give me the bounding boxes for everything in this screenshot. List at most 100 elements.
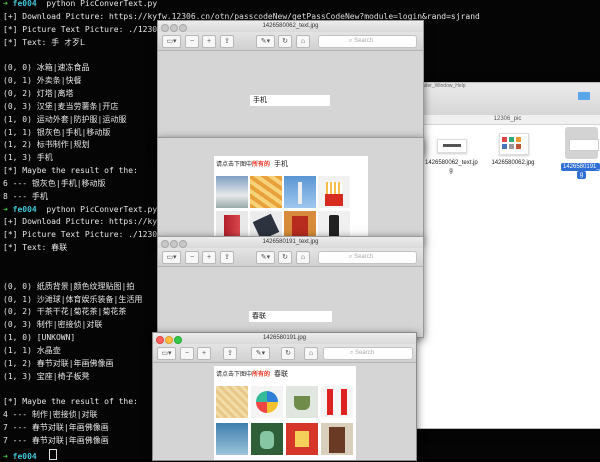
zoom-out-icon[interactable]: − [180,347,194,360]
prompt-directory: fe004 [12,451,37,461]
file-thumbnail [437,139,467,153]
text-captcha-image: 春联 [249,311,332,322]
terminal-output-line: (0, 0) 冰箱|速冻食品 [3,63,90,73]
zoom-button[interactable] [179,24,187,32]
captcha-tile-couplet[interactable] [321,386,353,418]
finder-window[interactable]: lander_Window_Help 12306_pic 1426580062_… [414,82,600,429]
file-item[interactable]: 1426580062_text.jp g [425,129,478,189]
zoom-button[interactable] [179,240,187,248]
search-field[interactable]: ⌕ Search [318,35,417,48]
file-name-wrap: g [577,171,586,179]
minimize-button[interactable] [165,336,173,344]
file-item[interactable]: 1426580062.jpg [483,129,543,189]
window-titlebar[interactable]: 1426580191.jpg [153,333,416,344]
zoom-out-icon[interactable]: − [185,35,199,48]
terminal-prompt-line: ➜ fe004 python PicConverText.py [3,205,157,216]
captcha-tile-unknown[interactable] [216,423,248,455]
file-name: 1426580062_text.jp [425,160,478,166]
prompt-arrow-icon: ➜ [3,204,13,214]
sidebar-view-icon[interactable]: ▭▾ [162,35,181,48]
terminal-output-line: [*] Text: 春联 [3,243,68,253]
image-canvas: 请点击下图中所有的 手机 [158,138,423,241]
preview-toolbar: ▭▾ − + ⇪ ✎▾ ↻ ⌂ ⌕ Search [153,344,416,363]
toolbox-icon[interactable]: ⌂ [296,35,310,48]
window-titlebar[interactable]: 1426580191_text.jpg [158,237,423,248]
minimize-button[interactable] [170,24,178,32]
zoom-in-icon[interactable]: + [202,251,216,264]
terminal-output-line: (0, 1) 沙滩球|体育娱乐装备|生活用 [3,294,143,304]
captcha-tile-crystal-pot[interactable] [251,423,283,455]
toolbox-icon[interactable]: ⌂ [304,347,318,360]
terminal-output-line: 8 --- 手机 [3,191,48,201]
image-canvas: 春联 [158,267,423,337]
window-titlebar[interactable]: 1426580062_text.jpg [158,21,423,32]
close-button[interactable] [156,336,164,344]
preview-window-captcha-active[interactable]: 1426580191.jpg ▭▾ − + ⇪ ✎▾ ↻ ⌂ ⌕ Search … [152,332,417,461]
close-button[interactable] [161,240,169,248]
terminal-output-line: (1, 3) 手机 [3,153,53,163]
toolbox-icon[interactable]: ⌂ [296,251,310,264]
captcha-image: 请点击下图中所有的 手机 [214,156,368,241]
terminal-output-line: (1, 2) 标书制作|规划 [3,140,90,150]
captcha-instruction: 请点击下图中所有的 春联 [216,370,289,378]
terminal-output-line: 6 --- 银灰色|手机|移动版 [3,178,106,188]
preview-window-text-image[interactable]: 1426580062_text.jpg ▭▾ − + ⇪ ✎▾ ↻ ⌂ ⌕ Se… [157,20,424,155]
terminal-output-line: (0, 3) 制作|密接侦|对联 [3,320,103,330]
rotate-icon[interactable]: ↻ [278,35,292,48]
zoom-in-icon[interactable]: + [202,35,216,48]
window-title: 1426580191_text.jpg [262,239,319,245]
rotate-icon[interactable]: ↻ [281,347,295,360]
captcha-tile-paper-texture[interactable] [216,386,248,418]
window-title: 1426580191.jpg [262,335,307,341]
terminal-output-line: (1, 0) 运动外套|防护服|运动服 [3,114,127,124]
prompt-arrow-icon: ➜ [3,451,13,461]
search-placeholder: Search [355,350,375,356]
terminal-output-line: (0, 0) 纸质背景|颜色纹理贴图|拍 [3,281,135,291]
sidebar-view-icon[interactable]: ▭▾ [157,347,176,360]
prompt-directory: fe004 [12,0,37,8]
prompt-command: python PicConverText.py [46,204,158,214]
rotate-icon[interactable]: ↻ [278,251,292,264]
share-icon[interactable]: ⇪ [220,251,234,264]
file-name: 1426580062.jpg [491,160,535,166]
annotate-pen-icon[interactable]: ✎▾ [256,35,275,48]
terminal-output-line: (1, 1) 水晶壶 [3,345,61,355]
search-icon: ⌕ [349,38,353,44]
close-button[interactable] [161,24,169,32]
terminal-output-line: (1, 0) [UNKOWN] [3,333,76,343]
search-field[interactable]: ⌕ Search [323,347,413,360]
terminal-output-line: [+] Download Picture: https://ky [3,217,158,227]
share-icon[interactable]: ⇪ [220,35,234,48]
preview-window-captcha[interactable]: 请点击下图中所有的 手机 [157,137,424,242]
search-icon: ⌕ [350,350,354,356]
terminal-output-line: (1, 1) 银灰色|手机|移动版 [3,127,111,137]
terminal-output-line: 7 --- 春节对联|年画佛像画 [3,435,109,445]
search-field[interactable]: ⌕ Search [318,251,417,264]
captcha-tile-throne[interactable] [321,423,353,455]
captcha-tile-ice[interactable] [216,176,248,208]
terminal-output-line: [*] Picture Text Picture: ./1230 [3,230,158,240]
captcha-tile-lighthouse[interactable] [284,176,316,208]
terminal-output-line: (0, 3) 汉堡|麦当劳薯条|开店 [3,101,119,111]
annotate-pen-icon[interactable]: ✎▾ [256,251,275,264]
captcha-tile-fries[interactable] [250,176,282,208]
captcha-tile-burger-fries[interactable] [318,176,350,208]
file-item-selected[interactable]: 1426580191_tex g [561,125,600,195]
terminal-output-line: 7 --- 春节对联|年画佛像画 [3,423,109,433]
annotate-pen-icon[interactable]: ✎▾ [251,347,270,360]
captcha-tile-tea[interactable] [286,386,318,418]
file-name-wrap: g [449,168,453,174]
zoom-out-icon[interactable]: − [185,251,199,264]
preview-toolbar: ▭▾ − + ⇪ ✎▾ ↻ ⌂ ⌕ Search [158,248,423,267]
zoom-in-icon[interactable]: + [197,347,211,360]
captcha-tile-new-year-painting[interactable] [286,423,318,455]
preview-window-text-image[interactable]: 1426580191_text.jpg ▭▾ − + ⇪ ✎▾ ↻ ⌂ ⌕ Se… [157,236,424,338]
folder-icon [578,92,590,100]
minimize-button[interactable] [170,240,178,248]
captcha-tile-beach-ball[interactable] [251,386,283,418]
terminal-output-line: [*] Text: 手 オ歹L [3,37,85,47]
share-icon[interactable]: ⇪ [223,347,237,360]
sidebar-view-icon[interactable]: ▭▾ [162,251,181,264]
zoom-button[interactable] [174,336,182,344]
terminal-output-line: [*] Picture Text Picture: ./12306_ [3,24,167,34]
